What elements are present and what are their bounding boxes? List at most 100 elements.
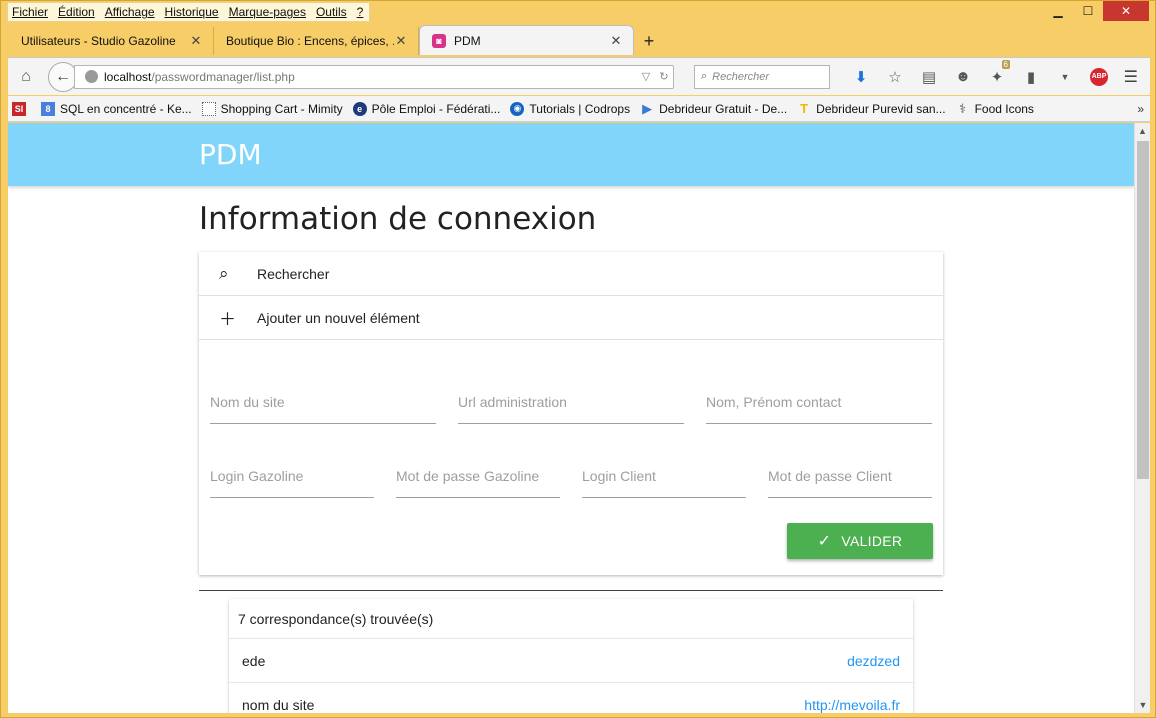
login-gazoline-field[interactable]: Login Gazoline <box>210 466 374 498</box>
window-controls: ▁ ☐ ✕ <box>1043 1 1149 23</box>
result-site-name: nom du site <box>242 696 315 713</box>
scrollbar-thumb[interactable] <box>1137 141 1149 479</box>
password-gazoline-field[interactable]: Mot de passe Gazoline <box>396 466 560 498</box>
adblock-button[interactable]: ABP <box>1082 67 1116 86</box>
url-bar[interactable]: localhost/passwordmanager/list.php ▽ ↻ <box>74 64 674 89</box>
chevron-down-icon[interactable]: ▼ <box>1048 72 1082 82</box>
add-item-row[interactable]: ＋ Ajouter un nouvel élément <box>199 296 943 340</box>
close-window-button[interactable]: ✕ <box>1103 1 1149 21</box>
bookmark-label: Debrideur Gratuit - De... <box>659 101 788 116</box>
menu-affichage[interactable]: Affichage <box>105 5 155 19</box>
menu-marque-pages[interactable]: Marque-pages <box>229 5 306 19</box>
password-client-field[interactable]: Mot de passe Client <box>768 466 932 498</box>
arrow-left-icon: ← <box>55 67 71 85</box>
list-item[interactable]: ede dezdzed <box>229 639 913 683</box>
menu-bar: Fichier Édition Affichage Historique Mar… <box>7 2 371 22</box>
login-client-field[interactable]: Login Client <box>582 466 746 498</box>
bookmark-debrideur-gratuit[interactable]: ▶ Debrideur Gratuit - De... <box>640 100 788 116</box>
bookmark-shopping-cart[interactable]: Shopping Cart - Mimity <box>201 101 343 116</box>
globe-icon <box>85 70 98 83</box>
result-site-name: ede <box>242 652 266 669</box>
tab-strip: Utilisateurs - Studio Gazoline ✕ Boutiqu… <box>9 25 664 55</box>
page-title: Information de connexion <box>199 201 597 237</box>
chat-icon[interactable]: ☻ <box>946 68 980 85</box>
bookmark-debrideur-purevid[interactable]: T Debrideur Purevid san... <box>797 101 946 116</box>
scroll-down-icon[interactable]: ▼ <box>1135 697 1151 713</box>
site-name-field[interactable]: Nom du site <box>210 392 436 424</box>
si-icon: SI <box>12 101 26 116</box>
navigation-toolbar: ⌂ ← localhost/passwordmanager/list.php ▽… <box>8 57 1150 95</box>
bookmark-label: Food Icons <box>974 101 1034 116</box>
tab-utilisateurs[interactable]: Utilisateurs - Studio Gazoline ✕ <box>9 27 214 55</box>
result-link[interactable]: dezdzed <box>847 653 900 669</box>
bolt-icon: T <box>800 101 809 116</box>
bookmark-label: Tutorials | Codrops <box>529 101 631 116</box>
url-host: localhost <box>104 69 152 84</box>
close-tab-icon[interactable]: ✕ <box>189 33 203 49</box>
play-icon: ▶ <box>642 100 653 116</box>
bookmark-star-icon[interactable]: ☆ <box>878 68 912 86</box>
menu-edition[interactable]: Édition <box>58 5 95 19</box>
search-input[interactable]: ⌕ Rechercher <box>694 64 830 89</box>
admin-url-field[interactable]: Url administration <box>458 392 684 424</box>
bookmark-label: Pôle Emploi - Fédérati... <box>371 101 501 116</box>
tab-boutique-bio[interactable]: Boutique Bio : Encens, épices, ... ✕ <box>214 27 419 55</box>
plus-icon: ＋ <box>219 310 236 329</box>
add-item-label: Ajouter un nouvel élément <box>257 309 420 326</box>
notifications-badge: 6 <box>1001 59 1010 69</box>
check-icon: ✓ <box>817 533 832 550</box>
pdm-favicon-icon: ◙ <box>432 33 446 48</box>
bookmark-label: Debrideur Purevid san... <box>816 101 946 116</box>
bookmark-sql[interactable]: 8 SQL en concentré - Ke... <box>41 101 192 116</box>
search-icon: ⌕ <box>219 263 229 283</box>
app-header: PDM <box>8 123 1134 186</box>
contact-name-field[interactable]: Nom, Prénom contact <box>706 392 932 424</box>
bookmarks-overflow-button[interactable]: » <box>1137 102 1144 116</box>
search-icon: ⌕ <box>701 70 708 82</box>
reading-list-icon[interactable]: ▤ <box>912 68 946 86</box>
dropdown-arrow-icon[interactable]: ▽ <box>637 70 655 83</box>
tab-title: Boutique Bio : Encens, épices, ... <box>226 34 394 48</box>
url-path: /passwordmanager/list.php <box>151 69 295 84</box>
list-item[interactable]: nom du site http://mevoila.fr <box>229 683 913 713</box>
section-divider <box>199 590 943 591</box>
codrops-icon: ◉ <box>510 101 525 116</box>
tab-pdm[interactable]: ◙ PDM ✕ <box>419 25 634 55</box>
menu-aide[interactable]: ? <box>357 5 364 19</box>
scroll-up-icon[interactable]: ▲ <box>1135 123 1150 139</box>
bookmark-label: SQL en concentré - Ke... <box>60 101 192 116</box>
minimize-button[interactable]: ▁ <box>1043 1 1073 21</box>
close-tab-icon[interactable]: ✕ <box>394 33 408 49</box>
app-brand[interactable]: PDM <box>199 138 262 171</box>
form-fields-row-2: Login Gazoline Mot de passe Gazoline Log… <box>210 466 932 498</box>
reload-icon[interactable]: ↻ <box>655 70 673 83</box>
submit-button[interactable]: ✓ VALIDER <box>787 523 933 559</box>
result-link[interactable]: http://mevoila.fr <box>804 697 900 713</box>
page-scrollbar[interactable]: ▲ ▼ <box>1134 123 1150 713</box>
bookmarks-bar: SI 8 SQL en concentré - Ke... Shopping Ca… <box>8 96 1150 122</box>
menu-fichier[interactable]: Fichier <box>12 5 48 19</box>
food-icon: ⚕ <box>959 100 967 116</box>
close-tab-icon[interactable]: ✕ <box>609 33 623 49</box>
maximize-button[interactable]: ☐ <box>1073 1 1103 21</box>
toolbar-icons: ⬇ ☆ ▤ ☻ ✦ 6 ▮ ▼ ABP <box>844 59 1116 86</box>
home-icon[interactable]: ⌂ <box>8 68 44 86</box>
tab-title: PDM <box>454 33 481 48</box>
bookmark-food-icons[interactable]: ⚕ Food Icons <box>956 100 1034 116</box>
bookmark-label: Shopping Cart - Mimity <box>220 101 343 116</box>
menu-outils[interactable]: Outils <box>316 5 347 19</box>
results-list: 7 correspondance(s) trouvée(s) ede dezdz… <box>229 599 913 713</box>
page-viewport: PDM Information de connexion ⌕ Recherche… <box>8 123 1134 713</box>
new-tab-button[interactable]: + <box>634 27 664 55</box>
search-placeholder: Rechercher <box>712 70 770 83</box>
notifications-icon[interactable]: ✦ 6 <box>980 59 1014 86</box>
hamburger-menu-icon[interactable]: ☰ <box>1124 67 1138 87</box>
search-row[interactable]: ⌕ Rechercher <box>199 252 943 296</box>
submit-label: VALIDER <box>841 533 903 549</box>
clipboard-icon[interactable]: ▮ <box>1014 68 1048 86</box>
bookmark-si[interactable]: SI <box>12 101 31 116</box>
bookmark-pole-emploi[interactable]: e Pôle Emploi - Fédérati... <box>352 101 501 116</box>
menu-historique[interactable]: Historique <box>165 5 219 19</box>
bookmark-codrops[interactable]: ◉ Tutorials | Codrops <box>510 101 631 116</box>
download-icon[interactable]: ⬇ <box>844 68 878 86</box>
